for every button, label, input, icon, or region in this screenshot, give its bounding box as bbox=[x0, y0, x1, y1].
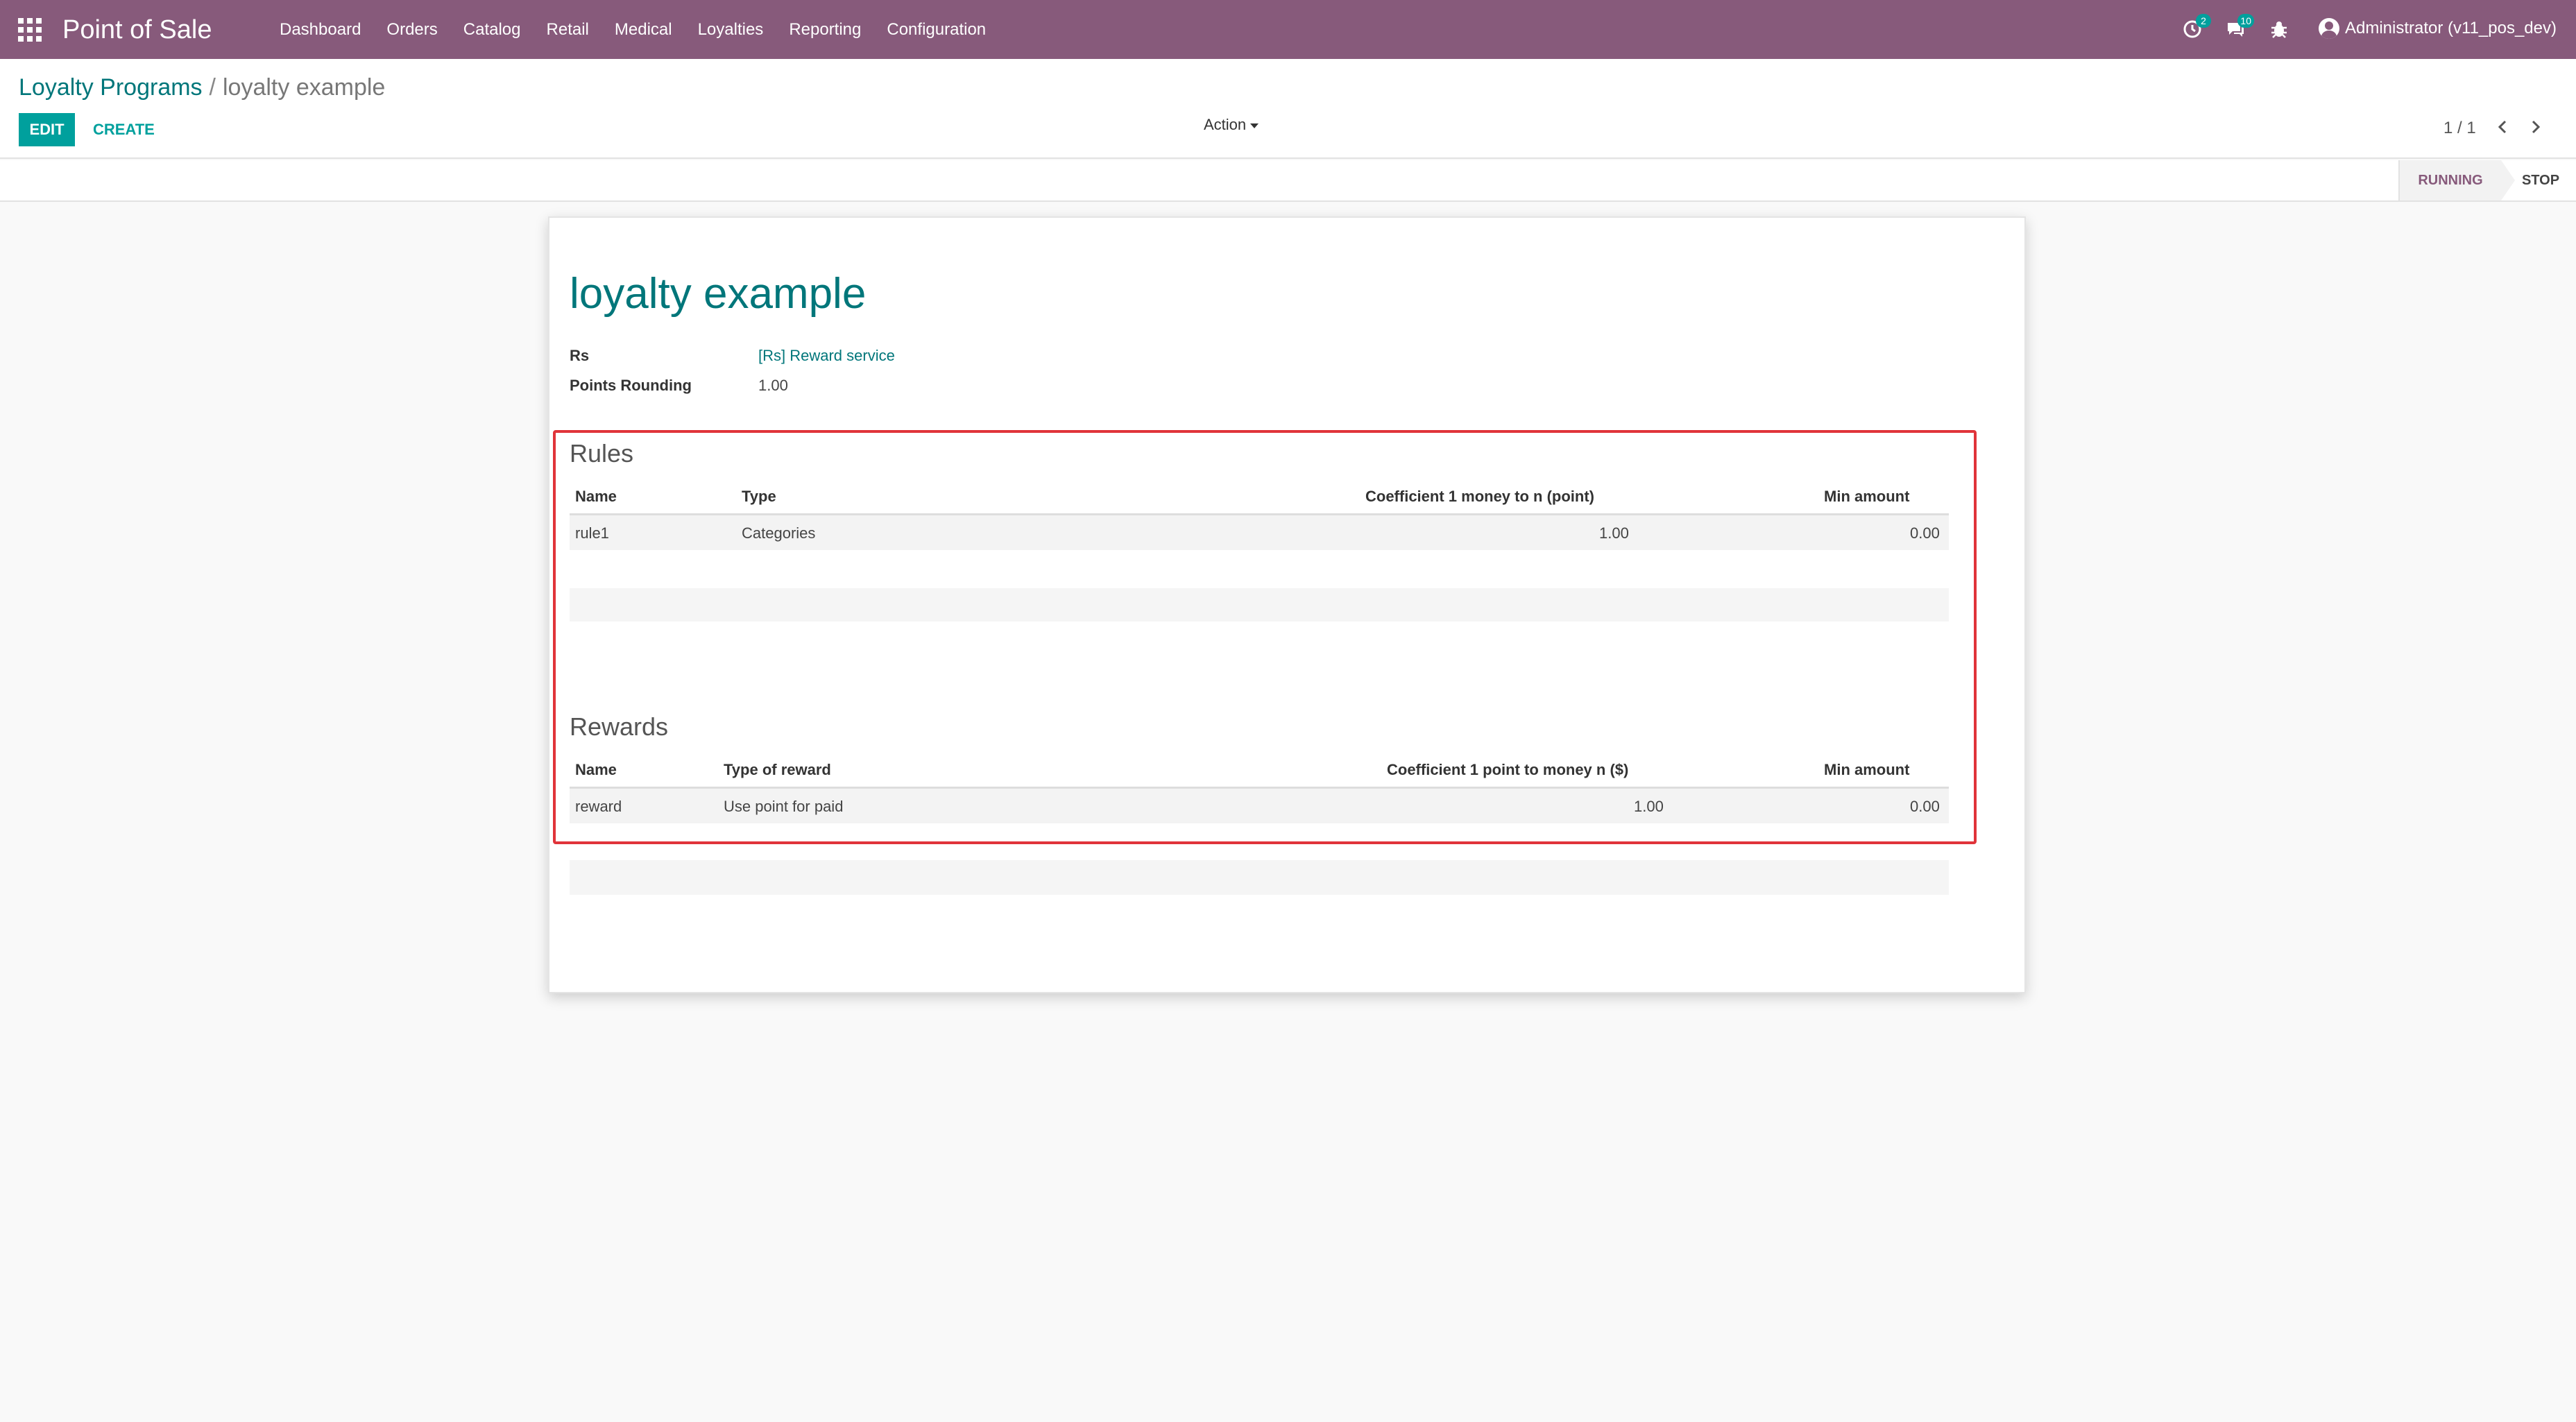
rules-title: Rules bbox=[570, 439, 634, 468]
rs-value[interactable]: [Rs] Reward service bbox=[758, 347, 895, 365]
status-stop[interactable]: STOP bbox=[2510, 160, 2571, 200]
caret-down-icon bbox=[1250, 123, 1259, 128]
edit-button[interactable]: EDIT bbox=[19, 113, 75, 146]
rewards-title: Rewards bbox=[570, 712, 669, 741]
rs-label: Rs bbox=[570, 347, 590, 364]
rewards-header-type[interactable]: Type of reward bbox=[724, 760, 831, 780]
activity-clock-icon[interactable]: 2 bbox=[2182, 14, 2211, 40]
menu-orders[interactable]: Orders bbox=[386, 19, 437, 40]
rule-name: rule1 bbox=[575, 524, 609, 542]
apps-grid-icon[interactable] bbox=[18, 18, 42, 42]
form-sheet: loyalty example Rs [Rs] Reward service P… bbox=[548, 216, 2026, 993]
reward-name: reward bbox=[575, 798, 622, 815]
main-menu: Dashboard Orders Catalog Retail Medical … bbox=[280, 19, 1012, 40]
rules-header-name[interactable]: Name bbox=[575, 487, 617, 506]
points-rounding-value: 1.00 bbox=[758, 377, 788, 394]
pager-value[interactable]: 1 / 1 bbox=[2443, 117, 2476, 139]
user-menu[interactable]: Administrator (v11_pos_dev) bbox=[2318, 18, 2557, 39]
menu-dashboard[interactable]: Dashboard bbox=[280, 19, 361, 40]
create-button[interactable]: CREATE bbox=[93, 113, 155, 146]
menu-medical[interactable]: Medical bbox=[615, 19, 672, 40]
messages-badge: 10 bbox=[2237, 14, 2254, 28]
rewards-header-min-amount[interactable]: Min amount bbox=[1824, 760, 1909, 780]
rules-header-type[interactable]: Type bbox=[742, 487, 776, 506]
rule-coefficient: 1.00 bbox=[1599, 524, 1629, 542]
table-row[interactable]: reward Use point for paid 1.00 0.00 bbox=[570, 789, 1949, 823]
rules-empty-row bbox=[570, 588, 1949, 622]
rewards-header-coefficient[interactable]: Coefficient 1 point to money n ($) bbox=[1387, 760, 1628, 780]
reward-coefficient: 1.00 bbox=[1634, 798, 1664, 815]
pager-next-button[interactable] bbox=[2525, 117, 2546, 139]
bug-icon[interactable] bbox=[2269, 19, 2289, 40]
menu-configuration[interactable]: Configuration bbox=[887, 19, 986, 40]
status-running[interactable]: RUNNING bbox=[2398, 160, 2515, 200]
menu-reporting[interactable]: Reporting bbox=[789, 19, 861, 40]
breadcrumb-separator: / bbox=[209, 74, 216, 101]
pager-previous-button[interactable] bbox=[2492, 117, 2513, 139]
breadcrumb-loyalty-programs[interactable]: Loyalty Programs bbox=[19, 74, 203, 101]
chevron-left-icon bbox=[2498, 120, 2507, 134]
status-bar: RUNNING STOP bbox=[0, 160, 2576, 202]
record-title: loyalty example bbox=[570, 270, 867, 318]
user-name: Administrator (v11_pos_dev) bbox=[2344, 19, 2557, 37]
breadcrumb: Loyalty Programs / loyalty example bbox=[19, 73, 385, 102]
rule-min-amount: 0.00 bbox=[1910, 524, 1940, 542]
user-avatar-icon bbox=[2318, 18, 2339, 39]
rule-type: Categories bbox=[742, 524, 816, 542]
rewards-header-name[interactable]: Name bbox=[575, 760, 617, 780]
action-dropdown[interactable]: Action bbox=[1204, 114, 1259, 135]
control-panel: Loyalty Programs / loyalty example EDIT CR… bbox=[0, 59, 2576, 159]
reward-min-amount: 0.00 bbox=[1910, 798, 1940, 815]
activity-badge: 2 bbox=[2196, 14, 2211, 28]
breadcrumb-current: loyalty example bbox=[223, 74, 386, 101]
rewards-empty-row bbox=[570, 860, 1949, 895]
table-row[interactable]: rule1 Categories 1.00 0.00 bbox=[570, 515, 1949, 550]
rules-header-min-amount[interactable]: Min amount bbox=[1824, 487, 1909, 506]
menu-loyalties[interactable]: Loyalties bbox=[698, 19, 764, 40]
rules-header-coefficient[interactable]: Coefficient 1 money to n (point) bbox=[1365, 487, 1594, 506]
top-navbar: Point of Sale Dashboard Orders Catalog R… bbox=[0, 0, 2576, 59]
app-title[interactable]: Point of Sale bbox=[62, 14, 212, 46]
points-rounding-label: Points Rounding bbox=[570, 377, 692, 394]
menu-retail[interactable]: Retail bbox=[547, 19, 589, 40]
chat-icon[interactable]: 10 bbox=[2225, 14, 2254, 40]
chevron-right-icon bbox=[2532, 120, 2541, 134]
menu-catalog[interactable]: Catalog bbox=[463, 19, 521, 40]
reward-type: Use point for paid bbox=[724, 798, 844, 815]
action-label: Action bbox=[1204, 116, 1247, 133]
